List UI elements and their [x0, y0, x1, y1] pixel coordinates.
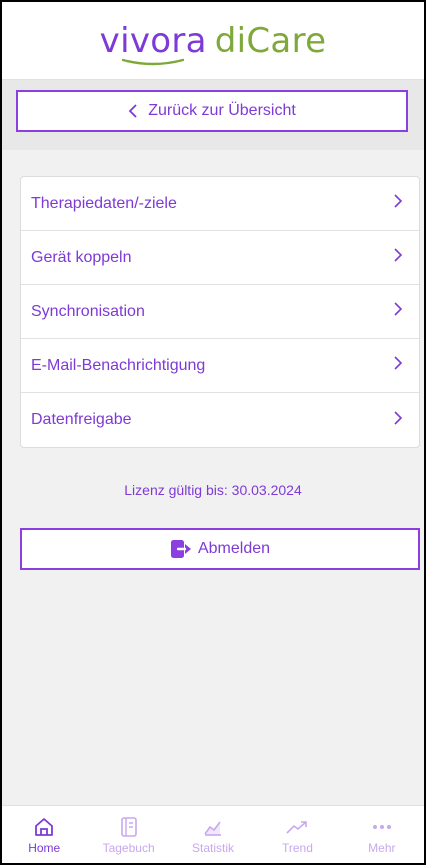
more-icon	[371, 815, 393, 839]
chevron-right-icon	[393, 302, 403, 321]
tab-label: Statistik	[192, 840, 235, 855]
home-icon	[33, 815, 55, 839]
app-logo: vivora diCare	[99, 20, 327, 65]
chevron-right-icon	[393, 248, 403, 267]
chevron-left-icon	[128, 104, 138, 118]
tab-statistik[interactable]: Statistik	[171, 806, 255, 863]
tab-tagebuch[interactable]: Tagebuch	[86, 806, 170, 863]
tab-home[interactable]: Home	[2, 806, 86, 863]
menu-item-therapy-data[interactable]: Therapiedaten/-ziele	[21, 177, 419, 231]
chevron-right-icon	[393, 194, 403, 213]
menu-item-pair-device[interactable]: Gerät koppeln	[21, 231, 419, 285]
back-to-overview-button[interactable]: Zurück zur Übersicht	[16, 90, 408, 132]
menu-item-label: Gerät koppeln	[31, 248, 132, 266]
logout-button-label: Abmelden	[197, 540, 271, 557]
tab-label: Tagebuch	[102, 840, 155, 855]
menu-item-data-sharing[interactable]: Datenfreigabe	[21, 393, 419, 447]
app-header: vivora diCare	[2, 2, 424, 80]
tab-label: Home	[28, 840, 61, 855]
chart-icon	[202, 815, 224, 839]
trend-icon	[285, 815, 309, 839]
chevron-right-icon	[393, 410, 403, 430]
app-screen: vivora diCare Zurück zur Übersicht Thera…	[2, 2, 424, 863]
back-section: Zurück zur Übersicht	[2, 80, 424, 150]
settings-menu: Therapiedaten/-ziele Gerät koppeln Synch…	[20, 176, 420, 448]
tab-label: Mehr	[368, 840, 396, 855]
logout-button[interactable]: Abmelden	[20, 528, 420, 570]
chevron-right-icon	[393, 356, 403, 375]
tab-label: Trend	[281, 840, 313, 855]
menu-item-label: Synchronisation	[31, 302, 145, 320]
menu-item-synchronisation[interactable]: Synchronisation	[21, 285, 419, 339]
menu-item-label: Therapiedaten/-ziele	[31, 194, 177, 212]
bottom-tab-bar: Home Tagebuch Statistik Trend Mehr	[2, 805, 424, 863]
menu-item-label: Datenfreigabe	[31, 411, 132, 428]
menu-item-email-notification[interactable]: E-Mail-Benachrichtigung	[21, 339, 419, 393]
book-icon	[119, 815, 139, 839]
tab-trend[interactable]: Trend	[255, 806, 339, 863]
back-button-label: Zurück zur Übersicht	[148, 102, 296, 119]
logo-text-vivora: vivora	[99, 20, 207, 61]
logo-text-dicare: diCare	[214, 20, 327, 61]
license-validity-text: Lizenz gültig bis: 30.03.2024	[124, 482, 302, 498]
logout-icon	[170, 539, 192, 559]
logo-swoosh-icon	[121, 58, 184, 65]
tab-mehr[interactable]: Mehr	[340, 806, 424, 863]
menu-item-label: E-Mail-Benachrichtigung	[31, 356, 206, 374]
